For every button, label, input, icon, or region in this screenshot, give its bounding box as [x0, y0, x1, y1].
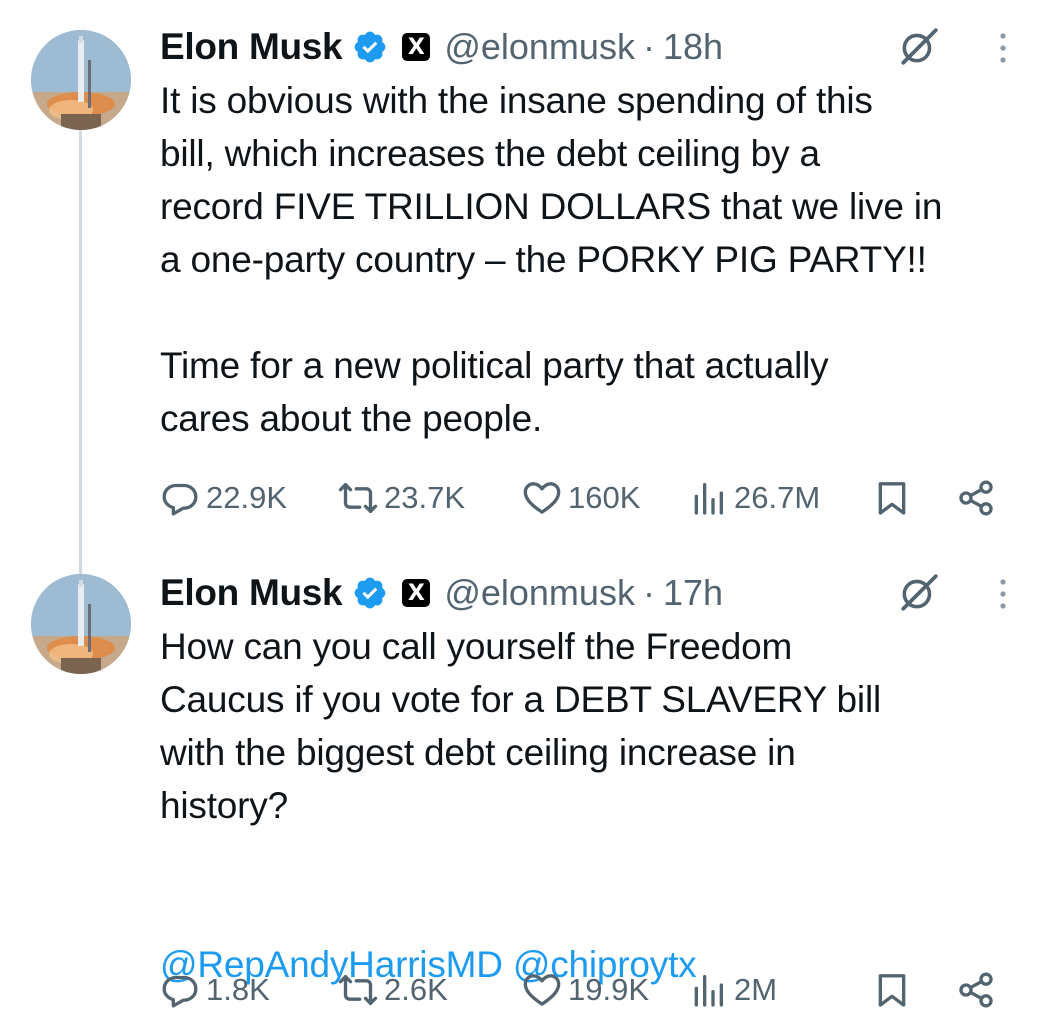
- tweet-text-line: Time for a new political party that actu…: [160, 345, 829, 386]
- separator-dot: ·: [642, 572, 655, 613]
- like-count: 160K: [568, 480, 641, 515]
- more-vertical-icon[interactable]: [985, 574, 1021, 614]
- like-button[interactable]: 19.9K: [522, 964, 649, 1016]
- tweet-text-line: Caucus if you vote for a DEBT SLAVERY bi…: [160, 679, 881, 720]
- reply-icon: [162, 483, 198, 516]
- bookmark-icon: [878, 482, 906, 515]
- action-bar: 22.9K 23.7K 160K 26.7M: [160, 472, 1040, 524]
- author-name[interactable]: Elon Musk: [160, 26, 343, 68]
- view-count: 2M: [734, 972, 778, 1007]
- tweet-text-line: with the biggest debt ceiling increase i…: [160, 732, 796, 773]
- repost-icon: [338, 483, 378, 513]
- bookmark-button[interactable]: [872, 472, 912, 524]
- author-handle[interactable]: @elonmusk: [444, 26, 635, 68]
- reply-button[interactable]: 1.8K: [160, 964, 270, 1016]
- tweet-text-line: It is obvious with the insane spending o…: [160, 80, 873, 121]
- tweet-text-line: a one-party country – the PORKY PIG PART…: [160, 239, 927, 280]
- tweet-text-line: history?: [160, 785, 288, 826]
- reply-button[interactable]: 22.9K: [160, 472, 287, 524]
- timestamp[interactable]: 17h: [663, 572, 723, 614]
- x-logo-icon[interactable]: X: [402, 33, 431, 61]
- separator-dot: ·: [642, 26, 655, 67]
- tweet-text: It is obvious with the insane spending o…: [160, 74, 1040, 445]
- share-button[interactable]: [956, 472, 996, 524]
- heart-icon: [523, 482, 561, 514]
- author-handle[interactable]: @elonmusk: [444, 572, 635, 614]
- reply-icon: [162, 975, 198, 1008]
- reply-count: 22.9K: [206, 480, 288, 515]
- tweet-text-line: record FIVE TRILLION DOLLARS that we liv…: [160, 186, 943, 227]
- verified-badge-icon[interactable]: [352, 29, 388, 65]
- repost-icon: [338, 975, 378, 1005]
- grok-icon[interactable]: [898, 572, 940, 614]
- repost-count: 23.7K: [384, 480, 466, 515]
- views-icon: [694, 975, 723, 1007]
- repost-button[interactable]: 2.6K: [338, 964, 448, 1016]
- bookmark-icon: [878, 974, 906, 1007]
- heart-icon: [523, 974, 561, 1006]
- timestamp[interactable]: 18h: [663, 26, 723, 68]
- like-button[interactable]: 160K: [522, 472, 640, 524]
- more-vertical-icon[interactable]: [985, 28, 1021, 68]
- avatar[interactable]: [31, 574, 131, 674]
- views-icon: [694, 483, 723, 515]
- tweet-text-line: cares about the people.: [160, 398, 543, 439]
- tweet-text-line: How can you call yourself the Freedom: [160, 626, 793, 667]
- author-name[interactable]: Elon Musk: [160, 572, 343, 614]
- avatar[interactable]: [31, 30, 131, 130]
- tweet-text-line: bill, which increases the debt ceiling b…: [160, 133, 820, 174]
- grok-icon[interactable]: [898, 26, 940, 68]
- repost-count: 2.6K: [384, 972, 448, 1007]
- views-button[interactable]: 26.7M: [688, 472, 820, 524]
- like-count: 19.9K: [568, 972, 650, 1007]
- tweet[interactable]: Elon Musk X @elonmusk · 18h It is obviou…: [0, 0, 1055, 540]
- x-logo-icon[interactable]: X: [402, 579, 431, 607]
- view-count: 26.7M: [734, 480, 821, 515]
- share-icon: [959, 972, 993, 1008]
- action-bar: 1.8K 2.6K 19.9K 2M: [160, 964, 1040, 1016]
- share-button[interactable]: [956, 964, 996, 1016]
- verified-badge-icon[interactable]: [352, 575, 388, 611]
- bookmark-button[interactable]: [872, 964, 912, 1016]
- reply-count: 1.8K: [206, 972, 270, 1007]
- repost-button[interactable]: 23.7K: [338, 472, 465, 524]
- tweet-text: How can you call yourself the Freedom Ca…: [160, 620, 1040, 991]
- tweet[interactable]: Elon Musk X @elonmusk · 17h How can you …: [0, 546, 1055, 1031]
- views-button[interactable]: 2M: [688, 964, 777, 1016]
- share-icon: [959, 480, 993, 516]
